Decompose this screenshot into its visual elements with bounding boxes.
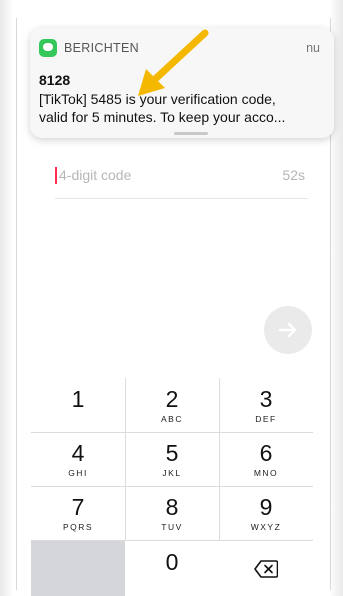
- key-number: 3: [259, 385, 273, 412]
- key-letters: MNO: [253, 467, 279, 478]
- key-number: 9: [259, 493, 273, 520]
- key-5[interactable]: 5 JKL: [125, 432, 219, 486]
- key-number: 6: [259, 439, 273, 466]
- delete-key[interactable]: [219, 541, 313, 596]
- key-number: 8: [165, 493, 179, 520]
- key-letters: GHI: [68, 467, 88, 478]
- arrow-right-icon: [278, 322, 297, 338]
- key-4[interactable]: 4 GHI: [31, 432, 125, 486]
- next-button[interactable]: [264, 306, 312, 354]
- text-cursor: [55, 167, 57, 184]
- code-input-underline: [55, 198, 308, 199]
- key-7[interactable]: 7 PQRS: [31, 486, 125, 540]
- key-number: 7: [71, 493, 85, 520]
- key-number: 2: [165, 385, 179, 412]
- key-3[interactable]: 3 DEF: [219, 378, 313, 432]
- key-2[interactable]: 2 ABC: [125, 378, 219, 432]
- key-1[interactable]: 1: [31, 378, 125, 432]
- backspace-icon: [254, 559, 278, 578]
- key-letters: PQRS: [62, 521, 94, 532]
- resend-timer: 52s: [282, 167, 305, 183]
- key-letters: TUV: [161, 521, 183, 532]
- key-number: 5: [165, 439, 179, 466]
- key-letters: DEF: [255, 413, 277, 424]
- key-number: 0: [165, 549, 179, 575]
- key-0[interactable]: 0: [125, 541, 219, 596]
- numeric-keypad: 1 2 ABC 3 DEF 4 GHI 5 JKL 6 MNO 7 PQRS 8: [31, 378, 313, 596]
- code-input[interactable]: 4-digit code: [59, 167, 131, 183]
- key-letters: WXYZ: [250, 521, 282, 532]
- key-9[interactable]: 9 WXYZ: [219, 486, 313, 540]
- key-8[interactable]: 8 TUV: [125, 486, 219, 540]
- key-letters: ABC: [161, 413, 183, 424]
- keypad-blank-key: [31, 541, 125, 596]
- key-number: 1: [71, 385, 85, 412]
- phone-screen: BERICHTEN nu 8128 [TikTok] 5485 is your …: [0, 0, 343, 596]
- key-letters: JKL: [162, 467, 182, 478]
- key-number: 4: [71, 439, 85, 466]
- key-6[interactable]: 6 MNO: [219, 432, 313, 486]
